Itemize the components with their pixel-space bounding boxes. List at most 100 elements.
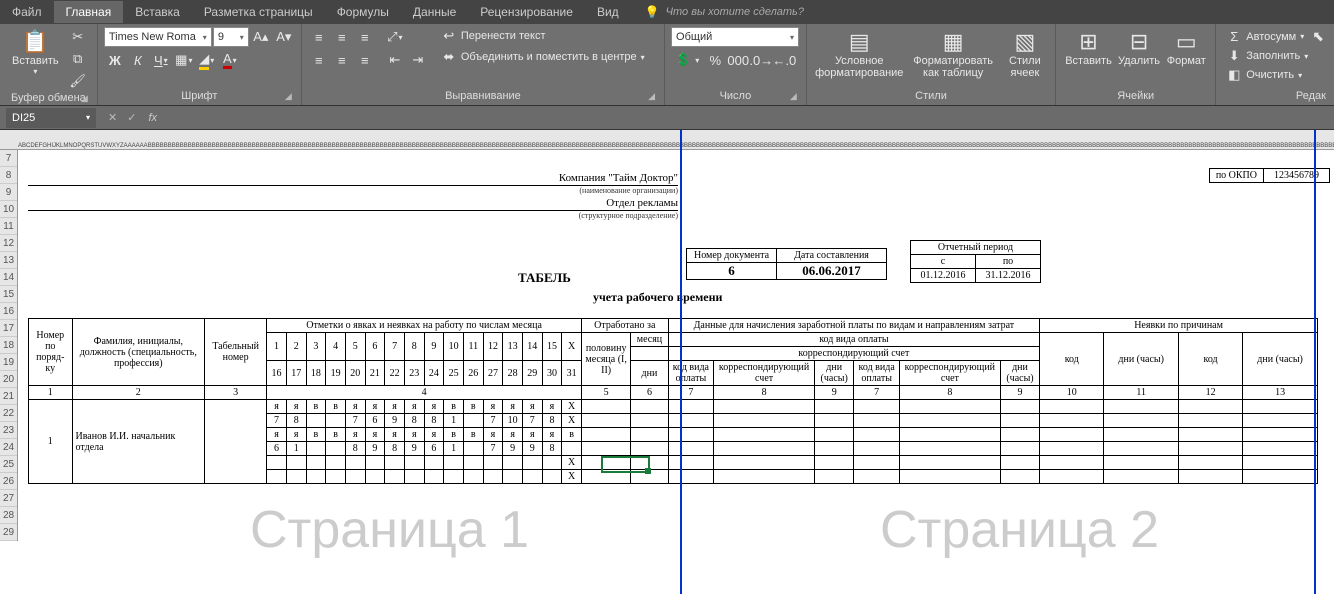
- formula-bar: DI25▾ ✕ ✓ fx: [0, 106, 1334, 130]
- company-note: (наименование организации): [28, 186, 678, 195]
- copy-icon: ⧉: [73, 51, 82, 67]
- tellme-box[interactable]: 💡Что вы хотите сделать?: [631, 5, 1334, 19]
- period-from-label: с: [911, 255, 976, 269]
- delete-cells-icon: ⊟: [1130, 29, 1148, 55]
- row-headers[interactable]: 7891011121314151617181920212223242526272…: [0, 150, 18, 541]
- group-label-clipboard: Буфер обмена: [11, 92, 86, 104]
- menu-review[interactable]: Рецензирование: [468, 1, 585, 23]
- department-note: (структурное подразделение): [28, 211, 678, 220]
- italic-button[interactable]: К: [127, 50, 149, 70]
- clear-button[interactable]: ◧Очистить▾: [1222, 66, 1306, 84]
- underline-label: Ч: [154, 53, 163, 68]
- align-bottom-button[interactable]: ≡: [354, 27, 376, 47]
- insert-cells-icon: ⊞: [1079, 29, 1097, 55]
- period-label: Отчетный период: [911, 241, 1041, 255]
- menu-insert[interactable]: Вставка: [123, 1, 192, 23]
- menu-formulas[interactable]: Формулы: [325, 1, 401, 23]
- group-label-align: Выравнивание: [445, 90, 521, 102]
- menu-layout[interactable]: Разметка страницы: [192, 1, 325, 23]
- clipboard-launcher[interactable]: ◢: [81, 91, 88, 105]
- fill-button[interactable]: ⬇Заполнить▾: [1222, 47, 1312, 65]
- border-icon: ▦: [175, 52, 187, 68]
- thousands-button[interactable]: 000: [727, 50, 749, 70]
- font-launcher[interactable]: ◢: [285, 89, 292, 103]
- group-label-font: Шрифт: [181, 90, 217, 102]
- enter-formula-button[interactable]: ✓: [127, 111, 136, 124]
- column-headers[interactable]: ABCDEFGHIJKLMNOPQRSTUVWXYZAAAAAABBBBBBBB…: [0, 130, 1334, 150]
- indent-inc-button[interactable]: ⇥: [407, 50, 429, 70]
- format-table-label: Форматировать как таблицу: [912, 55, 995, 79]
- department-name: Отдел рекламы: [28, 195, 678, 211]
- timesheet-table: Номер по поряд-куФамилия, инициалы, долж…: [28, 318, 1318, 484]
- underline-button[interactable]: Ч▾: [150, 50, 172, 70]
- menu-home[interactable]: Главная: [54, 1, 124, 23]
- insert-cells-button[interactable]: ⊞Вставить: [1062, 27, 1115, 69]
- delete-cells-button[interactable]: ⊟Удалить: [1115, 27, 1164, 69]
- cell-styles-label: Стили ячеек: [1007, 55, 1044, 79]
- grow-font-button[interactable]: A▴: [250, 27, 272, 47]
- align-center-button[interactable]: ≡: [331, 50, 353, 70]
- number-format-combo[interactable]: Общий▾: [671, 27, 799, 47]
- fx-icon[interactable]: fx: [148, 112, 163, 124]
- orientation-button[interactable]: ⤢▾: [384, 27, 406, 47]
- shrink-font-button[interactable]: A▾: [273, 27, 295, 47]
- font-color-icon: A: [223, 51, 232, 69]
- borders-button[interactable]: ▦▾: [173, 50, 195, 70]
- delete-cells-label: Удалить: [1118, 55, 1160, 67]
- cell-styles-button[interactable]: ▧Стили ячеек: [1001, 27, 1050, 81]
- cond-format-button[interactable]: ▤Условное форматирование: [813, 27, 906, 81]
- font-family-combo[interactable]: Times New Roma▾: [104, 27, 212, 47]
- sigma-icon: Σ: [1226, 29, 1242, 44]
- group-label-cells: Ячейки: [1062, 89, 1209, 103]
- cut-icon: ✂: [72, 29, 83, 45]
- format-cells-button[interactable]: ▭Формат: [1163, 27, 1209, 69]
- bucket-icon: ◢: [199, 51, 209, 70]
- format-painter-button[interactable]: 🖌: [67, 71, 89, 91]
- fill-color-button[interactable]: ◢▾: [196, 50, 218, 70]
- number-launcher[interactable]: ◢: [790, 89, 797, 103]
- bold-button[interactable]: Ж: [104, 50, 126, 70]
- align-launcher[interactable]: ◢: [648, 89, 655, 103]
- dec-decimal-button[interactable]: ←.0: [773, 50, 795, 70]
- currency-button[interactable]: 💲▾: [671, 50, 703, 70]
- font-size-value: 9: [218, 31, 224, 43]
- font-color-button[interactable]: A▾: [219, 50, 241, 70]
- inc-decimal-button[interactable]: .0→: [750, 50, 772, 70]
- align-left-button[interactable]: ≡: [308, 50, 330, 70]
- paste-label: Вставить: [12, 55, 59, 67]
- percent-button[interactable]: %: [704, 50, 726, 70]
- font-size-combo[interactable]: 9▾: [213, 27, 249, 47]
- period-from-value: 01.12.2016: [911, 269, 976, 283]
- menu-data[interactable]: Данные: [401, 1, 468, 23]
- cut-button[interactable]: ✂: [67, 27, 89, 47]
- wrap-text-button[interactable]: ↩Перенести текст: [437, 27, 649, 45]
- formula-input[interactable]: [163, 108, 1334, 128]
- align-right-button[interactable]: ≡: [354, 50, 376, 70]
- autosum-button[interactable]: ΣАвтосумм▾⬉: [1222, 27, 1328, 46]
- align-middle-button[interactable]: ≡: [331, 27, 353, 47]
- menubar: Файл Главная Вставка Разметка страницы Ф…: [0, 0, 1334, 24]
- cond-format-label: Условное форматирование: [815, 55, 903, 79]
- worksheet[interactable]: ABCDEFGHIJKLMNOPQRSTUVWXYZAAAAAABBBBBBBB…: [0, 130, 1334, 594]
- group-label-styles: Стили: [813, 89, 1049, 103]
- copy-button[interactable]: ⧉: [67, 49, 89, 69]
- merge-icon: ⬌: [441, 49, 457, 65]
- shrink-font-icon: A▾: [276, 29, 291, 45]
- date-label: Дата составления: [777, 249, 887, 263]
- currency-icon: 💲: [675, 52, 691, 68]
- selected-cell[interactable]: [601, 456, 650, 473]
- merge-center-button[interactable]: ⬌Объединить и поместить в центре▾: [437, 48, 649, 66]
- cancel-formula-button[interactable]: ✕: [108, 111, 117, 124]
- okpo-label: по ОКПО: [1209, 168, 1263, 183]
- font-family-value: Times New Roma: [109, 31, 196, 43]
- cond-format-icon: ▤: [849, 29, 870, 55]
- fill-handle[interactable]: [645, 468, 651, 474]
- menu-file[interactable]: Файл: [0, 1, 54, 23]
- date-value: 06.06.2017: [777, 263, 887, 280]
- menu-view[interactable]: Вид: [585, 1, 631, 23]
- paste-button[interactable]: 📋Вставить▾: [6, 27, 65, 78]
- align-top-button[interactable]: ≡: [308, 27, 330, 47]
- format-table-button[interactable]: ▦Форматировать как таблицу: [906, 27, 1001, 81]
- indent-dec-button[interactable]: ⇤: [384, 50, 406, 70]
- name-box[interactable]: DI25▾: [6, 108, 96, 128]
